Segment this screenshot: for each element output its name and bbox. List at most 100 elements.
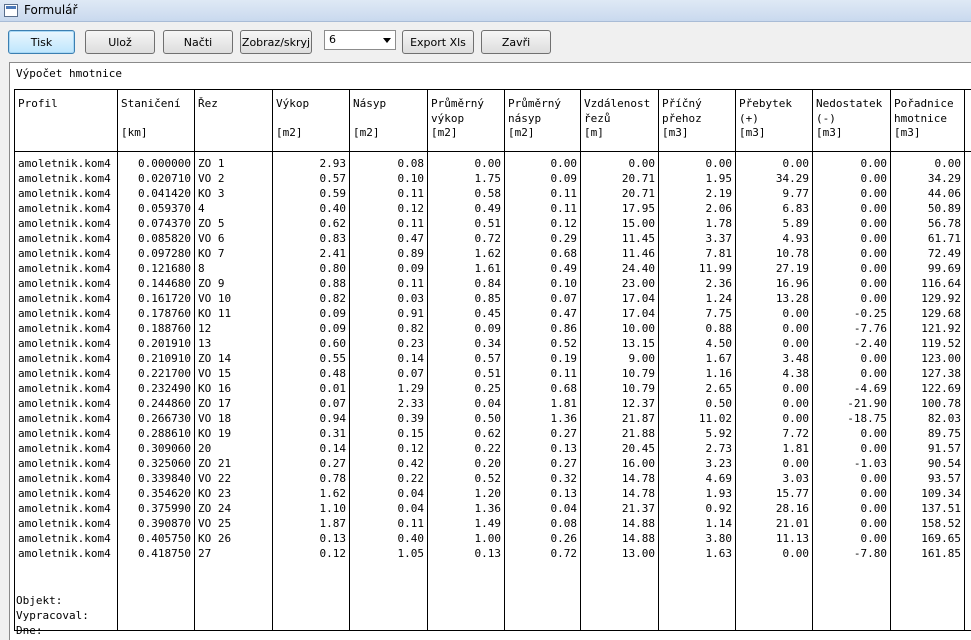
table-cell: 0.266730 [138,412,191,425]
table-cell: 17.95 [621,202,655,215]
table-cell: 10.00 [621,322,655,335]
table-cell: 1.36 [550,412,578,425]
table-cell: 9.00 [628,352,656,365]
table-cell: 0.68 [550,382,578,395]
table-cell: 0.42 [397,457,425,470]
table-cell: 13.15 [621,337,655,350]
table-cell: 1.62 [474,247,502,260]
print-button[interactable]: Tisk [8,30,75,54]
table-cell: 0.51 [474,217,502,230]
column-header: Příčný přehoz [662,97,702,125]
window-icon [4,4,18,17]
load-button[interactable]: Načti [163,30,233,54]
column-cells: 0.000000 0.020710 0.041420 0.059370 0.074370… [118,156,194,561]
table-cell: 0.00 [860,472,888,485]
table-cell: 0.390870 [138,517,191,530]
table-cell: 0.89 [397,247,425,260]
table-cell: 0.11 [397,277,425,290]
table-cell: 1.16 [705,367,733,380]
table-cell: 0.83 [319,232,347,245]
table-cell: amoletnik.kom4 [18,397,111,410]
table-cell: 0.11 [397,217,425,230]
table-cell: 0.00 [860,187,888,200]
table-cell: 2.41 [319,247,347,260]
table-cell: 1.87 [319,517,347,530]
table-cell: 14.88 [621,532,655,545]
table-cell: 0.232490 [138,382,191,395]
table-column: Přebytek (+) [m3] 0.00 34.29 9.77 6.83 5.89 4.9… [736,90,813,630]
table-cell: -0.25 [853,307,887,320]
table-cell: KO 16 [198,382,232,395]
table-cell: 0.00 [860,292,888,305]
table-cell: -18.75 [847,412,887,425]
toggle-button[interactable]: Zobraz/skryj [240,30,312,54]
table-cell: 0.34 [474,337,502,350]
table-cell: 17.04 [621,292,655,305]
table-cell: 11.45 [621,232,655,245]
table-cell: 0.309060 [138,442,191,455]
column-unit: [m2] [353,126,380,139]
table-cell: 23.00 [621,277,655,290]
table-cell: -4.69 [853,382,887,395]
table-cell: 17.04 [621,307,655,320]
save-button[interactable]: Ulož [85,30,155,54]
table-cell: 0.49 [474,202,502,215]
table-cell: 0.23 [397,337,425,350]
column-cells: 0.00 34.29 44.06 50.89 56.78 61.71 72.49 99.69 1… [891,156,964,561]
table-column: Průměrný výkop [m2] 0.00 1.75 0.58 0.49 0.51 0.… [428,90,505,630]
table-cell: 15.00 [621,217,655,230]
table-cell: KO 11 [198,307,232,320]
table-cell: 0.00 [782,382,810,395]
table-cell: 56.78 [927,217,961,230]
table-cell: amoletnik.kom4 [18,427,111,440]
table-cell: ZO 21 [198,457,232,470]
table-cell: 20.71 [621,172,655,185]
column-unit: [m3] [739,126,766,139]
table-cell: 20 [198,442,212,455]
export-xls-button[interactable]: Export Xls [402,30,474,54]
table-cell: 0.00 [474,157,502,170]
table-cell: 0.88 [319,277,347,290]
table-cell: 1.14 [705,517,733,530]
table-cell: 21.37 [621,502,655,515]
table-cell: 0.51 [474,367,502,380]
table-cell: 0.14 [397,352,425,365]
table-column: Staničení [km] 0.000000 0.020710 0.041420 0.0… [118,90,195,630]
table-cell: 4 [198,202,205,215]
table-cell: 10.79 [621,382,655,395]
table-cell: 116.64 [921,277,961,290]
table-cell: 0.45 [474,307,502,320]
report-table: Profil amoletnik.kom4 amoletnik.kom4 amolet… [14,89,971,631]
table-cell: 1.36 [474,502,502,515]
table-cell: 0.144680 [138,277,191,290]
table-cell: 11.46 [621,247,655,260]
table-cell: 1.20 [474,487,502,500]
page-select[interactable]: 6 [324,30,396,50]
table-column: Průměrný násyp [m2] 0.00 0.09 0.11 0.11 0.12 0.… [505,90,581,630]
table-cell: 90.54 [927,457,961,470]
table-cell: 0.50 [705,397,733,410]
table-cell: 0.00 [860,277,888,290]
table-cell: KO 23 [198,487,232,500]
table-cell: 0.00 [782,547,810,560]
close-button[interactable]: Zavři [481,30,551,54]
table-cell: 13 [198,337,212,350]
table-cell: 0.80 [319,262,347,275]
table-cell: 10.79 [621,367,655,380]
table-cell: 0.04 [397,487,425,500]
table-cell: 14.78 [621,472,655,485]
table-cell: 0.47 [397,232,425,245]
table-cell: VO 2 [198,172,225,185]
table-cell: 0.00 [860,247,888,260]
column-header: Průměrný výkop [431,97,484,125]
table-cell: 0.12 [397,202,425,215]
table-cell: 1.05 [397,547,425,560]
table-cell: ZO 17 [198,397,232,410]
table-cell: -7.80 [853,547,887,560]
table-cell: 0.201910 [138,337,191,350]
table-cell: 0.405750 [138,532,191,545]
table-cell: 122.69 [921,382,961,395]
table-cell: 0.40 [319,202,347,215]
table-cell: 0.58 [474,187,502,200]
table-cell: 72.49 [927,247,961,260]
